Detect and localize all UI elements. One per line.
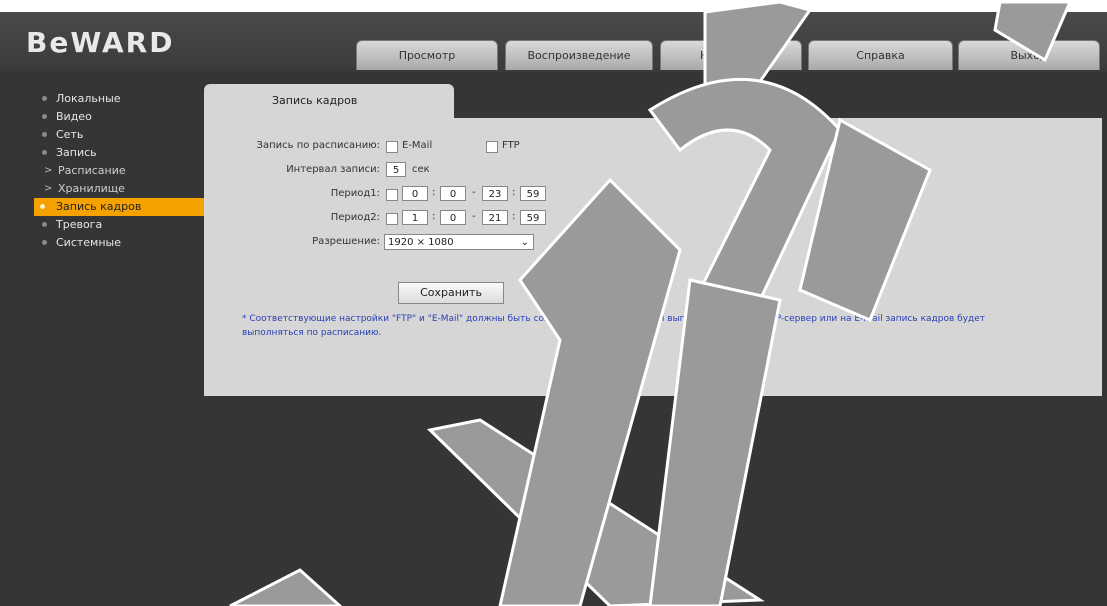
period1-end-min[interactable]: 59 <box>520 186 546 201</box>
tab-logout[interactable]: Выход <box>958 40 1100 70</box>
chevron-down-icon: ⌄ <box>520 237 529 248</box>
sidebar-item-record[interactable]: Запись <box>36 144 202 162</box>
interval-unit: сек <box>412 164 430 175</box>
note-text: * Соответствующие настройки "FTP" и "E-M… <box>242 314 986 338</box>
range-separator: - <box>472 211 476 222</box>
bullet-icon <box>42 132 47 137</box>
ftp-checkbox[interactable] <box>486 141 498 153</box>
bullet-icon <box>42 222 47 227</box>
sidebar-item-label: Расписание <box>58 164 126 177</box>
record-on-label: Запись по расписанию: <box>256 140 380 151</box>
period2-end-min[interactable]: 59 <box>520 210 546 225</box>
sidebar-item-label: Локальные <box>56 92 121 105</box>
period2-checkbox[interactable] <box>386 213 398 225</box>
period1-checkbox[interactable] <box>386 189 398 201</box>
time-separator: : <box>512 187 516 198</box>
save-button[interactable]: Сохранить <box>398 282 504 304</box>
interval-input[interactable]: 5 <box>386 162 406 177</box>
sidebar-item-system[interactable]: Системные <box>36 234 202 252</box>
tab-help[interactable]: Справка <box>808 40 953 70</box>
range-separator: - <box>472 187 476 198</box>
period1-start-min[interactable]: 0 <box>440 186 466 201</box>
tab-playback[interactable]: Воспроизведение <box>505 40 653 70</box>
interval-label: Интервал записи: <box>286 164 380 175</box>
sidebar-item-storage[interactable]: > Хранилище <box>36 180 202 198</box>
top-bar: BeWARD Просмотр Воспроизведение Настройк… <box>0 12 1107 72</box>
time-separator: : <box>512 211 516 222</box>
web-admin-window: BeWARD Просмотр Воспроизведение Настройк… <box>0 12 1107 606</box>
sidebar-item-alarm[interactable]: Тревога <box>36 216 202 234</box>
email-checkbox[interactable] <box>386 141 398 153</box>
period2-start-min[interactable]: 0 <box>440 210 466 225</box>
bullet-icon <box>40 204 45 209</box>
sidebar-item-schedule[interactable]: > Расписание <box>36 162 202 180</box>
sidebar-item-snapshot[interactable]: Запись кадров <box>34 198 224 216</box>
sidebar-item-label: Системные <box>56 236 121 249</box>
sidebar-item-local[interactable]: Локальные <box>36 90 202 108</box>
tab-view[interactable]: Просмотр <box>356 40 498 70</box>
time-separator: : <box>432 187 436 198</box>
bullet-icon <box>42 114 47 119</box>
panel-tab-snapshot[interactable]: Запись кадров <box>204 84 454 118</box>
resolution-label: Разрешение: <box>312 236 380 247</box>
main-tabs: Просмотр Воспроизведение Настройки Справ… <box>0 12 1107 72</box>
ftp-option-label: FTP <box>502 140 520 151</box>
settings-panel <box>204 118 1102 396</box>
email-option-label: E-Mail <box>402 140 433 151</box>
sidebar-item-video[interactable]: Видео <box>36 108 202 126</box>
bullet-icon <box>42 150 47 155</box>
period2-label: Период2: <box>330 212 380 223</box>
resolution-select[interactable]: 1920 × 1080 ⌄ <box>384 234 534 250</box>
period2-end-hour[interactable]: 21 <box>482 210 508 225</box>
period2-start-hour[interactable]: 1 <box>402 210 428 225</box>
bullet-icon <box>42 96 47 101</box>
tab-settings[interactable]: Настройки <box>660 40 802 70</box>
resolution-value: 1920 × 1080 <box>388 237 454 248</box>
sidebar-item-label: Тревога <box>56 218 103 231</box>
sidebar-item-label: Запись <box>56 146 97 159</box>
sidebar-item-label: Сеть <box>56 128 84 141</box>
period1-start-hour[interactable]: 0 <box>402 186 428 201</box>
bullet-icon <box>42 240 47 245</box>
period1-label: Период1: <box>330 188 380 199</box>
sidebar-item-label: Видео <box>56 110 92 123</box>
sidebar-item-network[interactable]: Сеть <box>36 126 202 144</box>
period1-end-hour[interactable]: 23 <box>482 186 508 201</box>
sidebar-item-label: Запись кадров <box>56 200 142 213</box>
sidebar-item-label: Хранилище <box>58 182 125 195</box>
arrow-icon: > <box>44 165 53 176</box>
sidebar: Локальные Видео Сеть Запись > Расписание… <box>34 90 224 252</box>
time-separator: : <box>432 211 436 222</box>
arrow-icon: > <box>44 183 53 194</box>
